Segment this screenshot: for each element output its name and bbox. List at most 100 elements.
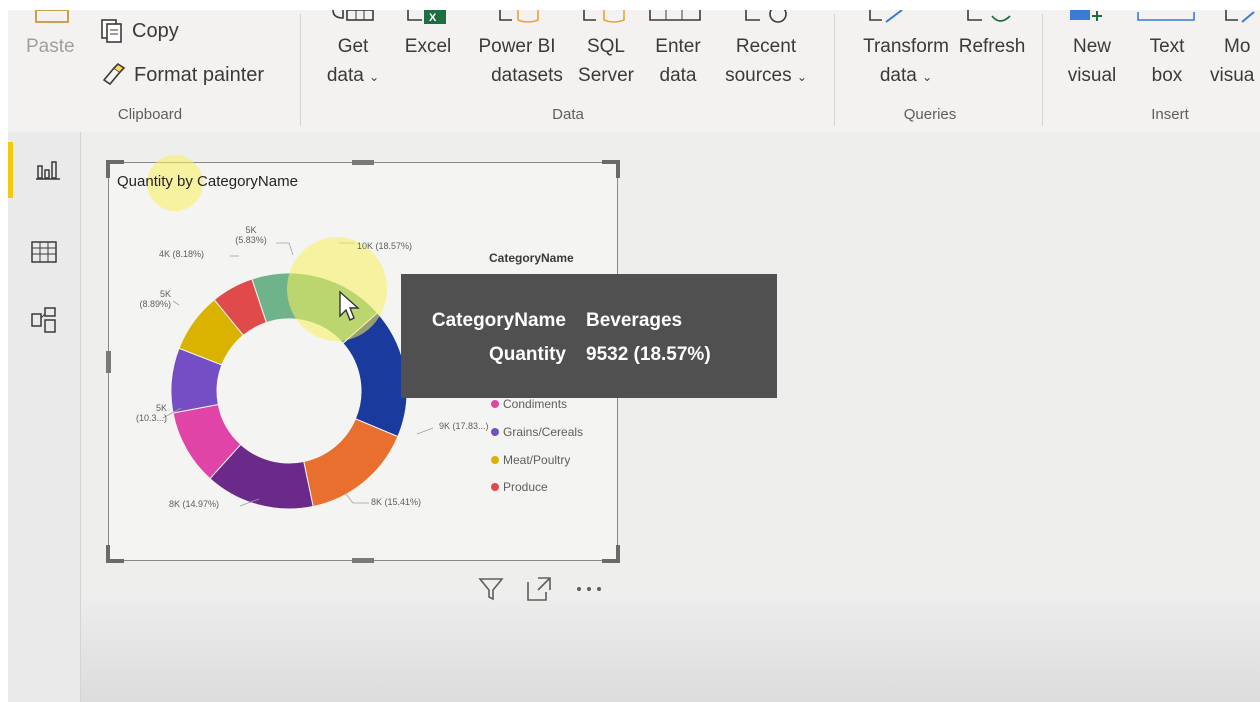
copy-button[interactable]: Copy xyxy=(100,18,179,44)
visual-toolbar xyxy=(478,576,604,602)
legend-title: CategoryName xyxy=(489,251,574,265)
new-visual-icon xyxy=(1070,10,1102,21)
recent-sources-icon xyxy=(745,10,787,23)
refresh-button[interactable]: Refresh xyxy=(952,32,1032,61)
queries-group-label: Queries xyxy=(903,106,957,123)
get-data-button[interactable]: Get data ⌄ xyxy=(324,32,382,92)
data-label-grains-value: 5K xyxy=(159,289,171,299)
new-visual-button[interactable]: New visual xyxy=(1060,32,1124,90)
format-painter-label: Format painter xyxy=(134,63,265,86)
data-label-produce-value: 5K xyxy=(245,225,257,235)
model-view-button[interactable] xyxy=(8,292,80,348)
transform-data-button[interactable]: Transform data ⌄ xyxy=(844,32,968,92)
tooltip-value: Beverages xyxy=(586,310,683,331)
legend-label: Grains/Cereals xyxy=(503,425,584,439)
legend-label: Produce xyxy=(503,480,548,494)
more-visuals-label-2: visua xyxy=(1210,65,1255,86)
text-box-button[interactable]: Text box xyxy=(1142,32,1192,90)
sql-server-icon xyxy=(583,10,625,23)
sql-server-label-1: SQL xyxy=(586,36,626,57)
tooltip-key: CategoryName xyxy=(431,310,566,331)
transform-data-label-2: data xyxy=(879,65,917,86)
data-view-button[interactable] xyxy=(8,224,80,280)
canvas-bottom xyxy=(81,600,1260,702)
legend-item-produce[interactable]: Produce xyxy=(491,480,548,494)
get-data-icon xyxy=(332,10,374,21)
recent-sources-label-2: sources xyxy=(725,65,792,86)
enter-data-button[interactable]: Enter data xyxy=(646,32,710,90)
data-label-condiments-pct: (10.3...) xyxy=(135,413,167,423)
data-label-meat: 4K (8.18%) xyxy=(159,249,205,259)
sql-server-button[interactable]: SQL Server xyxy=(574,32,638,90)
sql-server-label-2: Server xyxy=(578,65,634,86)
legend-swatch xyxy=(491,483,499,491)
data-group-label: Data xyxy=(552,106,584,123)
legend-swatch xyxy=(491,456,499,464)
power-bi-datasets-label-1: Power BI xyxy=(478,36,556,57)
legend-item-grains-cereals[interactable]: Grains/Cereals xyxy=(491,425,583,439)
legend-item-condiments[interactable]: Condiments xyxy=(491,397,567,411)
copy-label: Copy xyxy=(132,19,179,42)
power-bi-datasets-button[interactable]: Power BI datasets xyxy=(468,32,566,90)
cursor-highlight xyxy=(287,237,387,341)
focus-mode-icon[interactable] xyxy=(526,576,552,602)
tooltip-key: Quantity xyxy=(488,344,566,365)
paste-label: Paste xyxy=(26,36,75,57)
data-label-produce-pct: (5.83%) xyxy=(235,235,267,245)
get-data-label-2: data xyxy=(326,65,364,86)
data-label-condiments: 5K (10.3...) xyxy=(117,403,167,423)
recent-sources-button[interactable]: Recent sources ⌄ xyxy=(714,32,818,92)
power-bi-datasets-icon xyxy=(499,10,539,23)
chevron-down-icon: ⌄ xyxy=(796,70,807,84)
format-painter-icon xyxy=(102,62,126,86)
chevron-down-icon: ⌄ xyxy=(922,70,933,84)
data-label-condiments-value: 5K xyxy=(155,403,167,413)
refresh-label: Refresh xyxy=(958,36,1026,57)
report-view-button[interactable] xyxy=(8,142,85,198)
svg-text:X: X xyxy=(429,12,437,24)
resize-handle[interactable] xyxy=(602,160,620,178)
table-icon xyxy=(31,241,57,263)
legend-label: Condiments xyxy=(503,397,568,411)
legend-label: Meat/Poultry xyxy=(503,453,571,467)
text-box-label-1: Text xyxy=(1149,36,1185,57)
paste-icon xyxy=(35,10,69,23)
transform-data-icon xyxy=(869,10,903,23)
excel-icon: X xyxy=(407,10,446,24)
resize-handle[interactable] xyxy=(602,545,620,563)
power-bi-datasets-label-2: datasets xyxy=(491,65,563,86)
legend-item-meat-poultry[interactable]: Meat/Poultry xyxy=(491,453,570,467)
enter-data-label-2: data xyxy=(659,65,697,86)
text-box-label-2: box xyxy=(1151,65,1183,86)
transform-data-label-1: Transform xyxy=(863,36,949,57)
report-view-icon xyxy=(36,161,60,180)
data-label-beverages: 10K (18.57%) xyxy=(357,241,413,251)
paste-button[interactable]: Paste xyxy=(26,10,75,61)
more-visuals-icon xyxy=(1225,10,1255,23)
power-bi-window: Paste Copy Format painter Clipboard Get … xyxy=(8,10,1260,702)
legend-swatch xyxy=(491,428,499,436)
ribbon-separator xyxy=(300,14,301,126)
ribbon-separator xyxy=(1042,14,1043,126)
more-visuals-button[interactable]: Mo visua xyxy=(1204,32,1260,90)
data-label-confections: 9K (17.83...) xyxy=(439,421,489,431)
data-label-grains: 5K (8.89%) xyxy=(125,289,171,309)
refresh-icon xyxy=(967,10,1011,22)
more-visuals-label-1: Mo xyxy=(1224,36,1251,57)
format-painter-button[interactable]: Format painter xyxy=(100,62,264,88)
donut-slice-dairy-products[interactable] xyxy=(303,418,399,508)
model-view-icon xyxy=(31,307,56,333)
ribbon-separator xyxy=(834,14,835,126)
text-box-icon xyxy=(1137,12,1195,21)
data-label-dairy: 8K (15.41%) xyxy=(371,497,422,507)
copy-icon xyxy=(101,19,122,43)
enter-data-label-1: Enter xyxy=(655,36,701,57)
data-label-grains-pct: (8.89%) xyxy=(139,299,171,309)
legend-swatch xyxy=(491,400,499,408)
excel-button[interactable]: Excel xyxy=(400,32,456,61)
clipboard-group-label: Clipboard xyxy=(117,106,183,123)
get-data-label-1: Get xyxy=(337,36,369,57)
filter-icon[interactable] xyxy=(478,576,504,602)
enter-data-icon xyxy=(649,10,701,21)
more-options-icon[interactable] xyxy=(574,584,604,594)
